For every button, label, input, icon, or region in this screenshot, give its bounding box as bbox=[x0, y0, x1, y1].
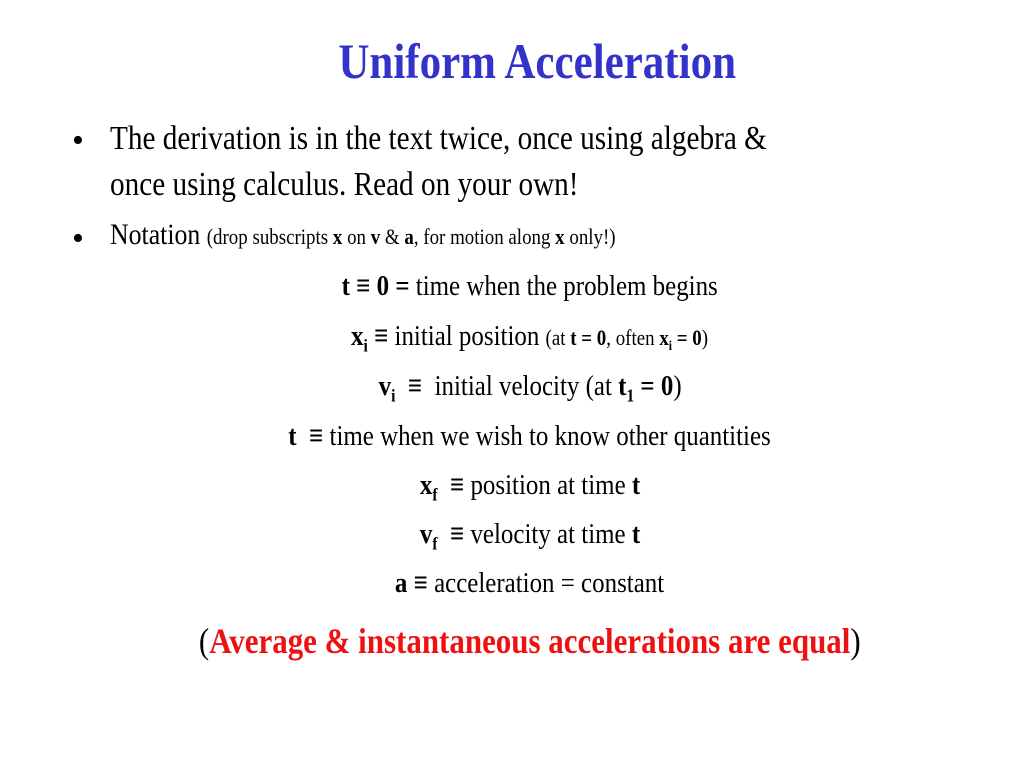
bullet-marker: • bbox=[72, 122, 84, 159]
conclusion: (Average & instantaneous accelerations a… bbox=[199, 621, 861, 661]
definition-vf: vf ≡ velocity at time t bbox=[419, 518, 641, 554]
bullet-1-line-1: The derivation is in the text twice, onc… bbox=[110, 120, 767, 157]
definition-a: a ≡ acceleration = constant bbox=[395, 567, 665, 599]
conclusion-highlight: Average & instantaneous accelerations ar… bbox=[209, 621, 851, 661]
definition-t: t ≡ time when we wish to know other quan… bbox=[288, 420, 772, 452]
definition-xf: xf ≡ position at time t bbox=[419, 469, 641, 505]
definition-xi: xi ≡ initial position (at t = 0, often x… bbox=[351, 320, 709, 356]
definition-t0: t ≡ 0 = time when the problem begins bbox=[341, 270, 719, 302]
bullet-2-notation: Notation (drop subscripts x on v & a, fo… bbox=[110, 218, 698, 252]
slide-title: Uniform Acceleration bbox=[338, 33, 736, 89]
notation-label: Notation bbox=[110, 218, 201, 251]
notation-note: (drop subscripts x on v & a, for motion … bbox=[206, 224, 616, 249]
definition-vi: vi ≡ initial velocity (at t1 = 0) bbox=[378, 370, 682, 406]
bullet-1-line-2: once using calculus. Read on your own! bbox=[110, 166, 579, 203]
bullet-marker: • bbox=[72, 220, 84, 257]
